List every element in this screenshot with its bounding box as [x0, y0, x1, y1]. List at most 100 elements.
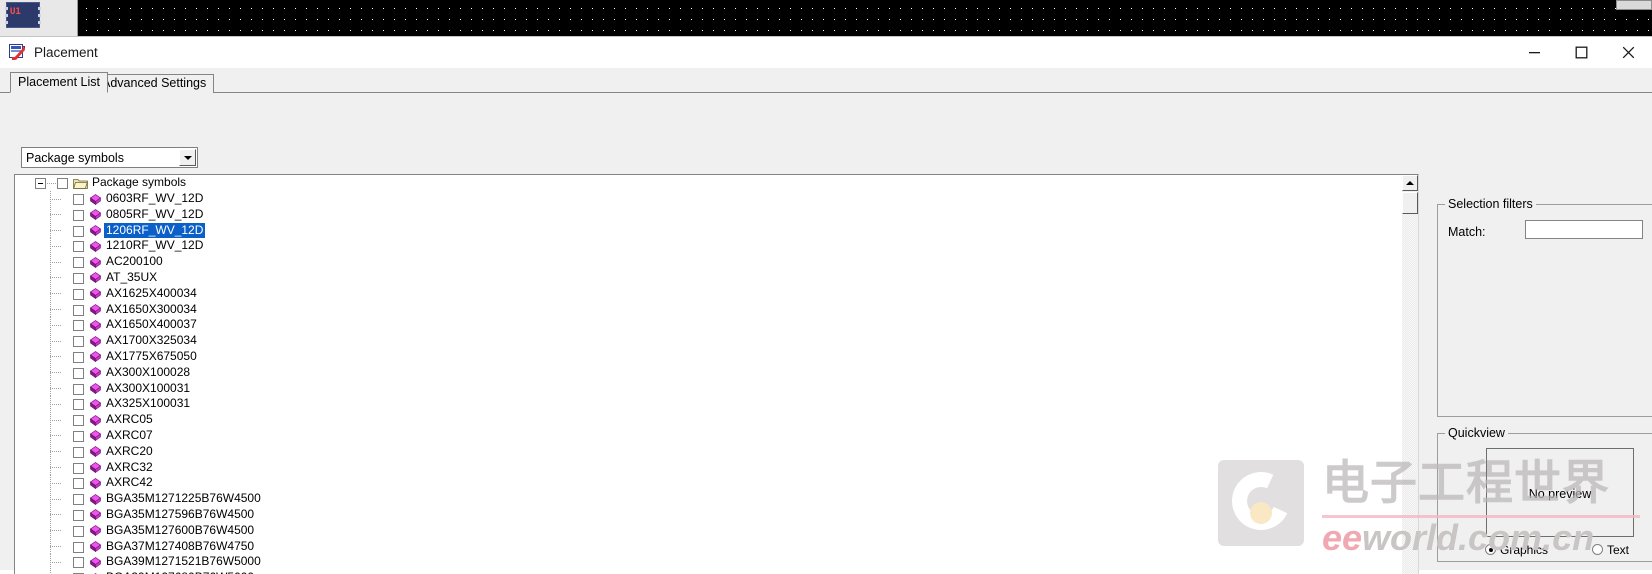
tab-advanced-settings[interactable]: Advanced Settings [94, 74, 215, 93]
package-symbols-tree[interactable]: Package symbols 0603RF_WV_12D 0805RF_WV_12… [14, 174, 1419, 574]
tree-item-row[interactable]: BGA39M1271521B76W5000 [15, 554, 1404, 571]
maximize-button[interactable] [1558, 37, 1605, 68]
tree-item-checkbox[interactable] [73, 399, 84, 411]
tree-item-label: AX1700X325034 [106, 333, 197, 348]
minimize-button[interactable] [1511, 37, 1558, 68]
pcb-canvas-grid[interactable] [78, 0, 1652, 36]
collapse-minus-icon[interactable] [35, 178, 46, 189]
tree-root-checkbox[interactable] [57, 178, 68, 189]
close-icon [1622, 46, 1635, 59]
tree-item-row[interactable]: AXRC42 [15, 475, 1404, 492]
tree-item-checkbox[interactable] [73, 320, 84, 332]
radio-graphics-circle[interactable] [1485, 544, 1496, 555]
tree-scrollbar-thumb[interactable] [1402, 192, 1418, 214]
package-symbol-icon [89, 193, 102, 205]
package-symbol-icon [89, 240, 102, 252]
package-symbol-icon [89, 462, 102, 474]
package-symbol-icon [89, 209, 102, 221]
tree-vertical-scrollbar[interactable] [1402, 175, 1418, 574]
close-button[interactable] [1605, 37, 1652, 68]
tree-item-label: BGA37M127408B76W4750 [106, 538, 255, 553]
selection-filters-group: Selection filters Match: [1437, 197, 1652, 417]
tree-item-checkbox[interactable] [73, 478, 84, 490]
tree-item-checkbox[interactable] [73, 446, 84, 458]
tree-item-checkbox[interactable] [73, 288, 84, 300]
tree-item-row[interactable]: BGA35M1271225B76W4500 [15, 491, 1404, 507]
window-titlebar[interactable]: Placement [0, 37, 1652, 68]
tree-item-checkbox[interactable] [73, 430, 84, 442]
tree-item-checkbox[interactable] [73, 525, 84, 537]
tree-item-row[interactable]: AT_35UX [15, 269, 1404, 286]
tree-item-row[interactable]: AX1650X300034 [15, 301, 1404, 318]
package-type-dropdown[interactable]: Package symbols [21, 147, 198, 168]
package-symbol-icon [89, 493, 102, 505]
tree-item-checkbox[interactable] [73, 367, 84, 379]
tree-item-row[interactable]: AXRC32 [15, 459, 1404, 476]
tree-item-row[interactable]: AX1625X400034 [15, 285, 1404, 302]
tree-item-checkbox[interactable] [73, 462, 84, 474]
package-symbol-icon [89, 541, 102, 553]
tree-item-checkbox[interactable] [73, 415, 84, 427]
tree-item-checkbox[interactable] [73, 304, 84, 316]
tree-connector [50, 324, 61, 326]
radio-text-label: Text [1607, 543, 1630, 557]
tree-item-row[interactable]: 0805RF_WV_12D [15, 206, 1404, 223]
tree-item-row[interactable]: AX1700X325034 [15, 333, 1404, 349]
radio-text-circle[interactable] [1592, 544, 1603, 555]
tree-item-checkbox[interactable] [73, 194, 84, 205]
tree-item-checkbox[interactable] [73, 509, 84, 521]
maximize-icon [1575, 46, 1588, 59]
match-input[interactable] [1525, 220, 1643, 239]
tree-item-row[interactable]: 1206RF_WV_12D [15, 222, 1404, 239]
tree-item-row[interactable]: BGA39M127680B76W5000 [15, 570, 1404, 574]
tree-item-label: AX1775X675050 [106, 348, 197, 363]
tree-item-checkbox[interactable] [73, 351, 84, 363]
tree-item-checkbox[interactable] [73, 257, 84, 269]
tree-connector [50, 435, 61, 437]
tree-item-label: 0805RF_WV_12D [106, 206, 204, 221]
package-symbol-icon [89, 272, 102, 284]
tree-item-row[interactable]: AXRC20 [15, 443, 1404, 460]
tree-item-checkbox[interactable] [73, 336, 84, 348]
tree-item-row[interactable]: AXRC07 [15, 427, 1404, 444]
tree-item-row[interactable]: BGA35M127600B76W4500 [15, 522, 1404, 539]
tree-item-row[interactable]: AC200100 [15, 254, 1404, 270]
tree-item-row[interactable]: AX300X100031 [15, 380, 1404, 397]
tree-item-row[interactable]: AX300X100028 [15, 364, 1404, 381]
placement-rocket-icon [9, 44, 26, 61]
tree-root-label: Package symbols [92, 175, 187, 189]
tree-item-checkbox[interactable] [73, 557, 84, 569]
tree-item-label: AX1625X400034 [106, 285, 197, 300]
package-symbol-icon [89, 288, 102, 300]
tree-item-row[interactable]: AXRC05 [15, 412, 1404, 428]
tree-item-checkbox[interactable] [73, 383, 84, 395]
tree-scrollbar-track[interactable] [1402, 175, 1418, 574]
tree-root-row[interactable]: Package symbols [15, 175, 1404, 191]
package-symbol-icon [89, 477, 102, 489]
tree-item-checkbox[interactable] [73, 541, 84, 553]
chevron-down-icon[interactable] [179, 149, 196, 166]
tree-item-row[interactable]: AX325X100031 [15, 396, 1404, 413]
tree-item-label: AX300X100031 [106, 380, 191, 395]
tab-strip-underline [0, 92, 1652, 93]
tree-item-checkbox[interactable] [73, 241, 84, 253]
tree-item-row[interactable]: BGA37M127408B76W4750 [15, 538, 1404, 555]
match-input-field[interactable] [1526, 221, 1642, 238]
tree-item-row[interactable]: AX1775X675050 [15, 348, 1404, 365]
scroll-up-arrow-icon[interactable] [1402, 175, 1418, 191]
tree-item-checkbox[interactable] [73, 494, 84, 506]
tab-placement-list[interactable]: Placement List [10, 72, 108, 93]
tree-item-checkbox[interactable] [73, 225, 84, 237]
tree-item-label: AXRC07 [106, 427, 153, 442]
tree-connector [50, 467, 61, 469]
tree-item-checkbox[interactable] [73, 272, 84, 284]
tree-item-row[interactable]: 1210RF_WV_12D [15, 238, 1404, 255]
tree-item-checkbox[interactable] [73, 209, 84, 221]
tree-item-row[interactable]: 0603RF_WV_12D [15, 191, 1404, 207]
tree-scroll-area: Package symbols 0603RF_WV_12D 0805RF_WV_12… [15, 175, 1404, 574]
pcb-component-u1[interactable]: U1 [5, 2, 41, 28]
pcb-canvas-scrollbar[interactable] [1616, 0, 1652, 10]
pcb-pin [38, 14, 41, 17]
tree-item-row[interactable]: BGA35M127596B76W4500 [15, 506, 1404, 523]
tree-item-row[interactable]: AX1650X400037 [15, 317, 1404, 334]
